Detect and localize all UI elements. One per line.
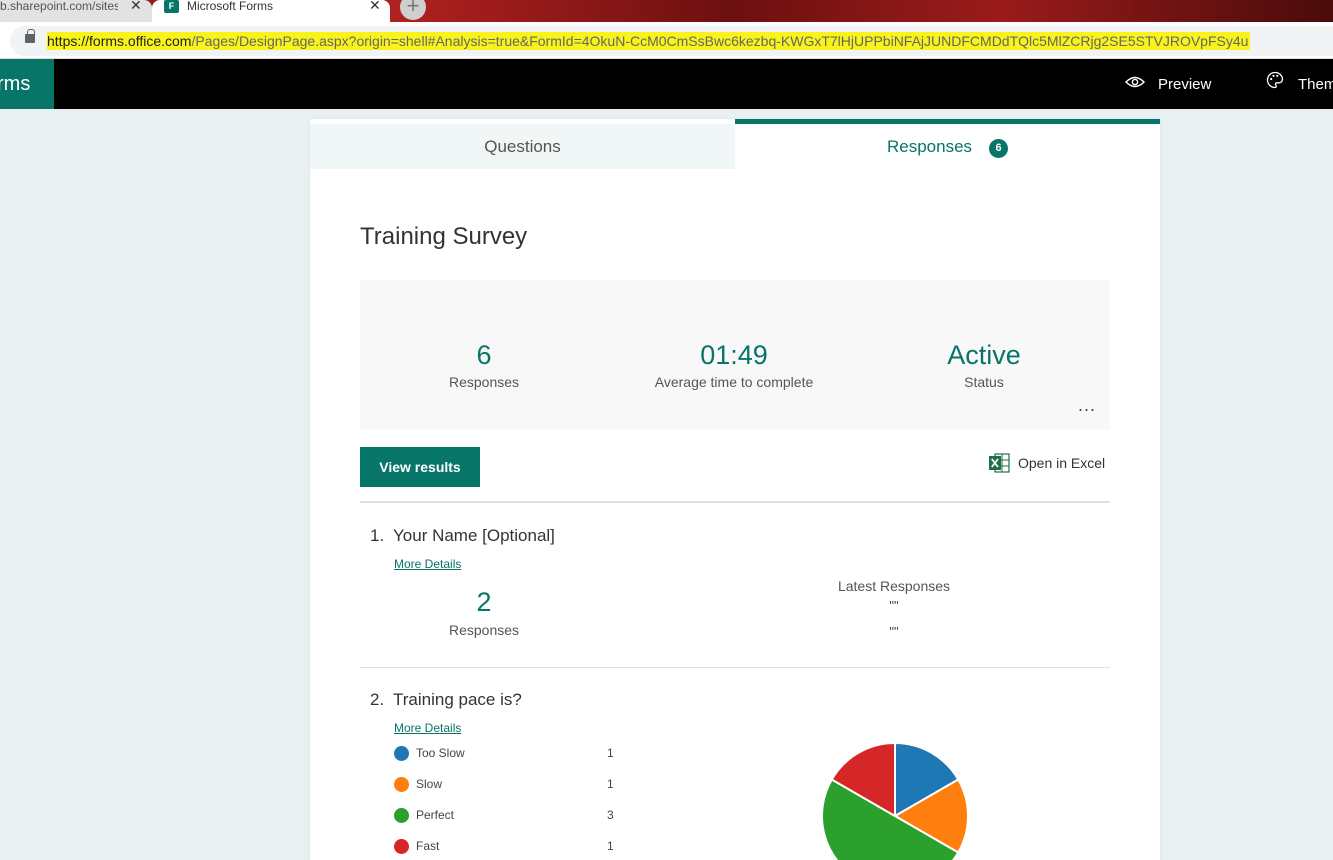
question-number: 1. <box>370 526 385 545</box>
legend-item: Slow 1 <box>394 774 614 794</box>
latest-response-item: "" <box>889 624 899 639</box>
responses-count-badge: 6 <box>989 139 1009 158</box>
pie-chart <box>821 741 969 860</box>
divider <box>360 501 1110 503</box>
legend-swatch <box>394 777 409 792</box>
preview-button[interactable]: Preview <box>1124 59 1211 109</box>
legend-swatch <box>394 839 409 854</box>
question-text: Your Name [Optional] <box>393 526 555 545</box>
forms-brand[interactable]: rms <box>0 59 54 109</box>
view-tabs: Questions Responses 6 <box>310 119 1160 169</box>
tab-questions[interactable]: Questions <box>310 124 735 169</box>
browser-tab-strip: b.sharepoint.com/sites ✕ F Microsoft For… <box>0 0 1333 22</box>
legend-count: 3 <box>607 808 614 822</box>
preview-label: Preview <box>1158 76 1212 93</box>
open-in-excel-button[interactable]: Open in Excel <box>988 451 1105 475</box>
question-text: Training pace is? <box>393 690 522 709</box>
tab-questions-label: Questions <box>484 137 561 156</box>
stat-value: Active <box>947 340 1021 370</box>
count-label: Responses <box>448 622 520 638</box>
legend-item: Perfect 3 <box>394 805 614 825</box>
app-header: rms Preview Theme <box>0 59 1333 109</box>
legend-label: Fast <box>416 839 440 853</box>
open-in-excel-label: Open in Excel <box>1018 455 1106 471</box>
omnibox[interactable]: https://forms.office.com/Pages/DesignPag… <box>10 26 1333 56</box>
legend-count: 1 <box>607 839 614 853</box>
stat-label: Status <box>964 374 1004 390</box>
question-response-count: 2 Responses <box>414 586 554 640</box>
stat-average-time: 01:49 Average time to complete <box>614 340 854 392</box>
more-options-button[interactable]: ... <box>1078 396 1096 414</box>
url-path: /Pages/DesignPage.aspx?origin=shell#Anal… <box>191 33 1249 49</box>
address-bar: https://forms.office.com/Pages/DesignPag… <box>0 22 1333 59</box>
legend-label: Too Slow <box>416 746 465 760</box>
legend-label: Slow <box>416 777 443 791</box>
divider <box>360 667 1110 668</box>
lock-icon[interactable] <box>25 29 35 43</box>
stat-value: 01:49 <box>700 340 768 370</box>
legend-count: 1 <box>607 777 614 791</box>
summary-stats: 6 Responses 01:49 Average time to comple… <box>360 280 1110 430</box>
eye-icon <box>1124 59 1146 109</box>
url-host: https://forms.office.com <box>47 33 192 49</box>
question-number: 2. <box>370 690 385 709</box>
legend-swatch <box>394 808 409 823</box>
latest-response-item: "" <box>889 598 899 613</box>
legend-swatch <box>394 746 409 761</box>
stat-value: 6 <box>476 340 492 370</box>
more-details-link[interactable]: More Details <box>394 721 461 735</box>
url-text[interactable]: https://forms.office.com/Pages/DesignPag… <box>47 32 1251 50</box>
more-details-link[interactable]: More Details <box>394 557 461 571</box>
brand-label: rms <box>0 73 31 95</box>
legend-item: Fast 1 <box>394 836 614 856</box>
theme-label: Theme <box>1298 76 1333 93</box>
browser-tab-sharepoint[interactable]: b.sharepoint.com/sites ✕ <box>0 0 152 22</box>
legend-item: Too Slow 1 <box>394 743 614 763</box>
theme-button[interactable]: Theme <box>1264 59 1333 109</box>
legend-count: 1 <box>607 746 614 760</box>
close-icon[interactable]: ✕ <box>130 0 142 12</box>
latest-responses-heading: Latest Responses <box>837 578 951 594</box>
forms-favicon-icon: F <box>164 0 179 13</box>
survey-title: Training Survey <box>360 223 528 250</box>
form-card: Questions Responses 6 Training Survey 6 R… <box>310 119 1160 860</box>
stat-label: Average time to complete <box>654 374 814 390</box>
stat-label: Responses <box>448 374 520 390</box>
close-icon[interactable]: ✕ <box>369 0 381 12</box>
browser-tab-forms[interactable]: F Microsoft Forms ✕ <box>152 0 390 22</box>
legend-label: Perfect <box>416 808 455 822</box>
question-title: 2. Training pace is? <box>370 689 522 711</box>
browser-tab-title: Microsoft Forms <box>187 0 274 13</box>
new-tab-button[interactable]: + <box>400 0 426 20</box>
stat-responses: 6 Responses <box>364 340 604 392</box>
latest-responses: Latest Responses "" "" <box>794 576 994 640</box>
count-value: 2 <box>476 587 492 617</box>
view-results-button[interactable]: View results <box>360 447 480 487</box>
tab-responses-label: Responses <box>886 137 973 156</box>
stat-status: Active Status <box>864 340 1104 392</box>
excel-icon <box>988 452 1010 474</box>
palette-icon <box>1264 59 1286 109</box>
tab-responses[interactable]: Responses 6 <box>735 119 1160 169</box>
question-title: 1. Your Name [Optional] <box>370 525 555 547</box>
browser-tab-title: b.sharepoint.com/sites <box>0 0 118 13</box>
